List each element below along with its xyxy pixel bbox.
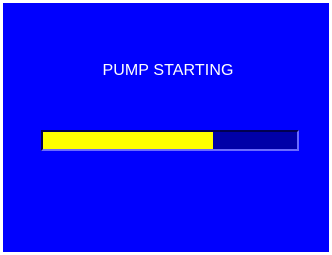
progress-bar-fill <box>43 132 214 149</box>
progress-bar <box>41 130 299 151</box>
status-title: PUMP STARTING <box>102 62 234 79</box>
pump-status-screen: PUMP STARTING <box>3 3 329 252</box>
